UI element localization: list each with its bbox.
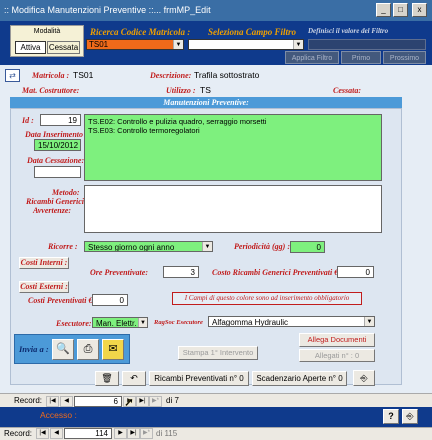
ragsoc-combo[interactable]: Alfagomma Hydraulic ▼ [208, 316, 375, 327]
search-matricola-value: TS01 [89, 40, 109, 49]
ricorre-value: Stesso giorno ogni anno [88, 243, 175, 252]
invia-panel: Invia a : 🔍 ⎙ ✉ [14, 334, 130, 364]
main-record-number[interactable]: 114 [64, 428, 112, 439]
filter-field-label: Seleziona Campo Filtro [208, 27, 297, 37]
id-field[interactable]: 19 [40, 114, 81, 126]
task-line: TS.E03: Controllo termoregolatori [88, 126, 200, 135]
help-icon[interactable]: ? [383, 409, 399, 424]
printer-icon[interactable]: ⎙ [77, 339, 99, 360]
chevron-down-icon[interactable]: ▼ [293, 40, 303, 49]
maximize-button[interactable]: □ [393, 3, 408, 17]
esecutore-label: Esecutore: [56, 319, 92, 328]
mode-cessata-toggle[interactable]: Cessata [47, 41, 80, 54]
first-record-icon[interactable]: |◀ [36, 428, 49, 439]
chevron-down-icon[interactable]: ▼ [364, 317, 374, 326]
sub-record-total: di 7 [166, 396, 179, 405]
email-icon[interactable]: ✉ [102, 339, 124, 360]
search-matricola-combo[interactable]: TS01 ▼ [86, 39, 184, 50]
last-record-icon[interactable]: ▶| [136, 396, 149, 407]
periodicita-field[interactable]: 0 [290, 241, 325, 253]
new-record-icon[interactable]: ▶* [149, 396, 162, 407]
exit-app-icon[interactable]: ⎆ [402, 409, 418, 424]
costi-preventivati-label: Costi Preventivati € : [28, 296, 98, 305]
data-inserimento-field[interactable]: 15/10/2012 [34, 139, 81, 151]
allega-documenti-button[interactable]: Allega Documenti [299, 333, 375, 347]
required-fields-note: I Campi di questo colore sono ad inserim… [172, 292, 362, 305]
main-record-total: di 115 [156, 429, 178, 438]
filter-value-input[interactable] [308, 39, 426, 50]
task-line: TS.E02: Controllo e pulizia quadro, serr… [88, 117, 267, 126]
minimize-button[interactable]: _ [376, 3, 391, 17]
window-title: :: Modifica Manutenzioni Preventive ::..… [4, 5, 211, 15]
costruttore-label: Mat. Costruttore: [22, 86, 80, 95]
window-title-bar: :: Modifica Manutenzioni Preventive ::..… [0, 0, 432, 21]
utilizzo-value: TS [200, 85, 211, 95]
filter-mode-frame: Modalità Attiva Cessata [10, 25, 84, 57]
chevron-down-icon[interactable]: ▼ [202, 242, 212, 251]
ragsoc-value: Alfagomma Hydraulic [212, 318, 289, 327]
costi-interni-button[interactable]: Costi Interni : [19, 257, 69, 269]
matricola-value: TS01 [73, 70, 94, 80]
new-record-icon[interactable]: ▶* [140, 428, 153, 439]
tasks-textarea[interactable]: TS.E02: Controllo e pulizia quadro, serr… [84, 114, 382, 181]
ragsoc-label: RagSoc Esecutore [154, 319, 203, 326]
filter-mode-label: Modalità [33, 28, 61, 35]
descrizione-label: Descrizione: [150, 71, 192, 80]
matricola-label: Matricola : [32, 71, 70, 80]
accesso-label: Accesso : [40, 410, 77, 420]
costo-ricambi-label: Costo Ricambi Generici Preventivati € : [212, 268, 343, 277]
first-button[interactable]: Primo [341, 51, 381, 64]
cessata-label: Cessata: [333, 86, 361, 95]
section-title: Manutenzioni Preventive: [10, 97, 402, 108]
preview-icon[interactable]: 🔍 [52, 339, 74, 360]
allegati-button[interactable]: Allegati n° : 0 [299, 349, 375, 362]
ricorre-combo[interactable]: Stesso giorno ogni anno ▼ [84, 241, 213, 252]
undo-icon[interactable]: ↶ [122, 371, 146, 386]
delete-icon[interactable]: 🗑 [95, 371, 119, 386]
costo-ricambi-field[interactable]: 0 [337, 266, 374, 278]
sub-record-number[interactable]: 6 [74, 396, 122, 407]
utilizzo-label: Utilizzo : [166, 86, 196, 95]
prev-record-icon[interactable]: ◀ [60, 396, 73, 407]
last-record-icon[interactable]: ▶| [127, 428, 140, 439]
chevron-down-icon[interactable]: ▼ [138, 318, 147, 327]
stampa-button[interactable]: Stampa 1° Intervento [178, 346, 258, 360]
prev-record-icon[interactable]: ◀ [50, 428, 63, 439]
filter-value-label: Definisci il valore del Filtro [308, 27, 389, 35]
ore-preventivate-label: Ore Preventivate: [90, 268, 148, 277]
scadenzario-button[interactable]: Scadenzario Aperte n° 0 [252, 371, 347, 386]
ore-preventivate-field[interactable]: 3 [163, 266, 199, 278]
esecutore-value: Man. Elettr. [96, 319, 137, 328]
metodo-label: Metodo: [52, 188, 80, 197]
esecutore-combo[interactable]: Man. Elettr. ▼ [92, 317, 148, 328]
close-button[interactable]: x [412, 3, 427, 17]
next-button[interactable]: Prossimo [383, 51, 426, 64]
filter-field-combo[interactable]: ▼ [188, 39, 304, 50]
ricambi-generici-label: Ricambi Generici: [26, 197, 87, 206]
costi-preventivati-field[interactable]: 0 [92, 294, 128, 306]
data-cessazione-field[interactable] [34, 166, 81, 178]
mode-attiva-toggle[interactable]: Attiva [15, 41, 46, 54]
next-record-icon[interactable]: ▶ [114, 428, 127, 439]
ricambi-preventivati-button[interactable]: Ricambi Preventivati n° 0 [149, 371, 249, 386]
descrizione-value: Trafila sottostrato [194, 70, 260, 80]
apply-filter-button[interactable]: Applica Filtro [285, 51, 339, 64]
invia-label: Invia a : [19, 344, 49, 354]
sub-record-label: Record: [14, 396, 43, 405]
main-record-label: Record: [4, 429, 33, 438]
data-inserimento-label: Data Inserimento : [25, 130, 88, 139]
costi-esterni-button[interactable]: Costi Esterni : [19, 281, 69, 293]
exit-icon[interactable]: ⎆ [353, 370, 375, 386]
chevron-down-icon[interactable]: ▼ [173, 40, 183, 49]
record-selector-icon[interactable]: ⇄ [5, 69, 20, 82]
ricorre-label: Ricorre : [48, 242, 78, 251]
periodicita-label: Periodicità (gg) : [234, 242, 290, 251]
id-label: Id : [22, 116, 34, 125]
avvertenze-label: Avvertenze: [33, 206, 72, 215]
search-matricola-label: Ricerca Codice Matricola : [90, 27, 191, 37]
metodo-textarea[interactable] [84, 185, 382, 233]
first-record-icon[interactable]: |◀ [46, 396, 59, 407]
data-cessazione-label: Data Cessazione: [27, 156, 85, 165]
